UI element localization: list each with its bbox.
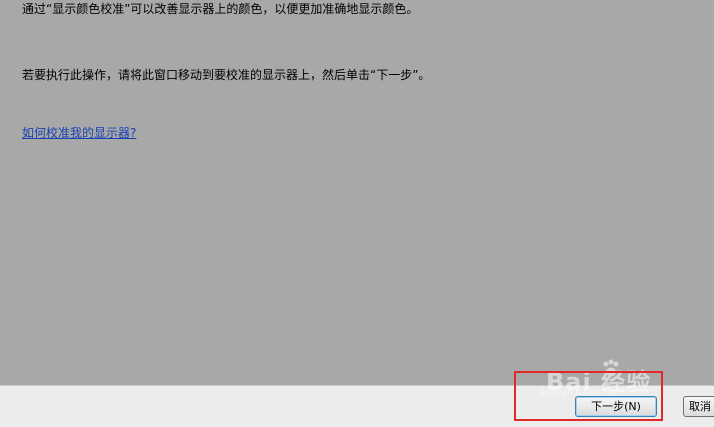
help-link[interactable]: 如何校准我的显示器? xyxy=(22,125,136,141)
content-area: 通过“显示颜色校准”可以改善显示器上的颜色，以便更加准确地显示颜色。 若要执行此… xyxy=(0,0,714,385)
button-bar: 下一步(N) 取消 xyxy=(0,385,714,427)
next-button[interactable]: 下一步(N) xyxy=(575,396,657,417)
instruction-text: 若要执行此操作，请将此窗口移动到要校准的显示器上，然后单击“下一步”。 xyxy=(22,68,431,82)
cancel-button[interactable]: 取消 xyxy=(683,396,714,417)
intro-text: 通过“显示颜色校准”可以改善显示器上的颜色，以便更加准确地显示颜色。 xyxy=(22,2,419,16)
